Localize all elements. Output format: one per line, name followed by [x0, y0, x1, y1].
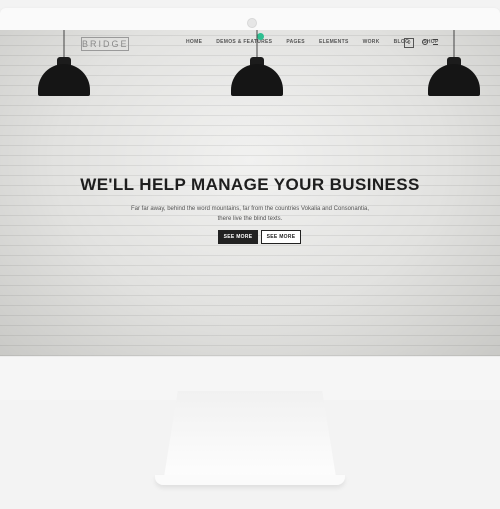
monitor-stand-base	[155, 475, 345, 485]
see-more-button-primary[interactable]: SEE MORE	[218, 230, 258, 244]
site-logo[interactable]: BRIDGE	[81, 37, 129, 51]
menu-badge	[257, 33, 264, 40]
site-header: BRIDGE HOME DEMOS & FEATURES PAGES ELEME…	[0, 30, 500, 54]
hero-subtitle-line-1: Far far away, behind the word mountains,…	[130, 206, 370, 212]
hero-title: WE'LL HELP MANAGE YOUR BUSINESS	[80, 175, 420, 194]
hero-subtitle: Far far away, behind the word mountains,…	[0, 204, 500, 224]
menu-item-elements[interactable]: ELEMENTS	[319, 39, 349, 45]
hero-subtitle-line-2: there live the blind texts.	[217, 216, 283, 222]
menu-item-home[interactable]: HOME	[186, 39, 202, 45]
monitor-frame: BRIDGE HOME DEMOS & FEATURES PAGES ELEME…	[0, 8, 500, 400]
menu-item-work[interactable]: WORK	[363, 39, 380, 45]
menu-icon[interactable]	[433, 39, 438, 45]
search-icon[interactable]	[422, 39, 428, 45]
see-more-button-secondary[interactable]: SEE MORE	[261, 230, 301, 244]
camera-dot	[247, 18, 257, 28]
menu-item-pages[interactable]: PAGES	[286, 39, 305, 45]
menu-item-demos[interactable]: DEMOS & FEATURES	[216, 39, 272, 45]
screen: BRIDGE HOME DEMOS & FEATURES PAGES ELEME…	[0, 30, 500, 356]
cart-icon[interactable]: 0	[404, 38, 414, 48]
monitor-stand	[164, 391, 336, 477]
